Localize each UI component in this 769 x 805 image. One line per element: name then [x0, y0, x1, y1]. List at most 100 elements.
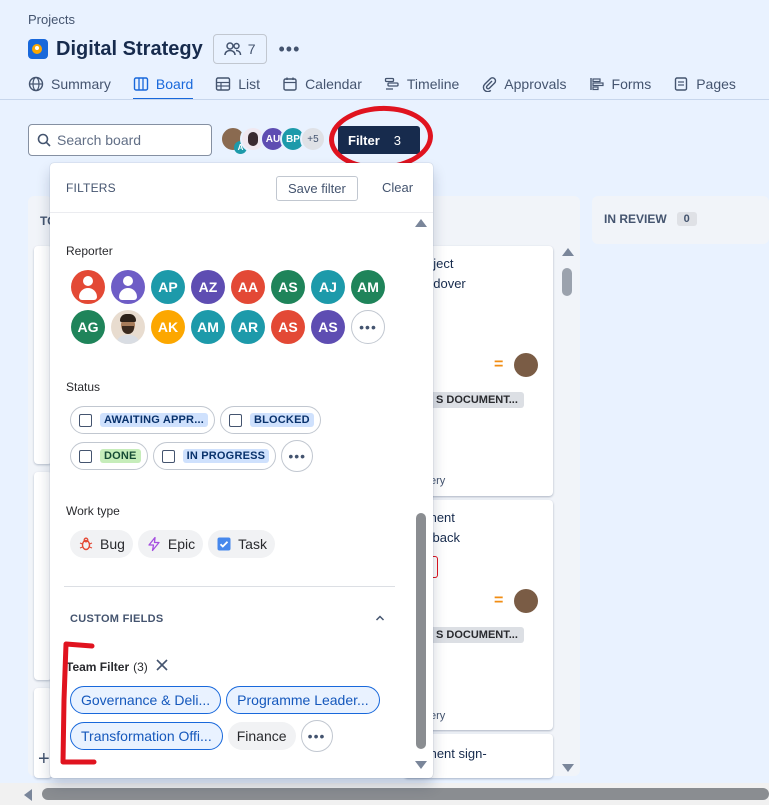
status-lozenge: BLOCKED: [249, 413, 314, 427]
worktype-bug[interactable]: Bug: [70, 530, 133, 558]
reporter-row: AG AK AM AR AS AS •••: [71, 310, 385, 344]
tab-calendar[interactable]: Calendar: [282, 68, 362, 100]
status-option[interactable]: AWAITING APPR...: [70, 406, 215, 434]
search-board[interactable]: [28, 124, 212, 156]
scroll-down-icon[interactable]: [562, 764, 574, 772]
people-button[interactable]: 7: [212, 34, 267, 64]
team-option-selected[interactable]: Programme Leader...: [226, 686, 380, 714]
reporter-avatar[interactable]: AK: [151, 310, 185, 344]
reporter-avatar[interactable]: AA: [231, 270, 265, 304]
worktype-label: Work type: [66, 504, 120, 518]
worktype-epic[interactable]: Epic: [137, 530, 204, 558]
scroll-thumb[interactable]: [416, 513, 426, 749]
column-title: IN REVIEW: [604, 212, 667, 226]
page-icon: [675, 77, 688, 91]
add-card-button[interactable]: +: [38, 748, 50, 771]
tab-board[interactable]: Board: [132, 68, 194, 100]
reporter-avatar[interactable]: AP: [151, 270, 185, 304]
priority-medium-icon: =: [494, 356, 504, 373]
tab-forms[interactable]: Forms: [589, 68, 652, 100]
team-option-selected[interactable]: Governance & Deli...: [70, 686, 222, 714]
reporter-avatar[interactable]: AM: [351, 270, 385, 304]
worktype-task[interactable]: Task: [208, 530, 275, 558]
status-option[interactable]: IN PROGRESS: [152, 442, 277, 470]
reporter-avatar[interactable]: AM: [191, 310, 225, 344]
team-filter-count: (3): [133, 660, 148, 674]
avatar-initials: AK: [157, 319, 179, 335]
reporter-avatar[interactable]: AG: [71, 310, 105, 344]
person-icon: [123, 276, 133, 286]
avatar-photo-shirt: [116, 335, 140, 344]
filter-button[interactable]: Filter 3: [338, 126, 420, 154]
globe-icon: [28, 76, 44, 92]
person-icon: [83, 276, 93, 286]
avatar-initials: AZ: [198, 279, 218, 295]
save-filter-button[interactable]: Save filter: [276, 176, 358, 201]
custom-fields-label[interactable]: CUSTOM FIELDS: [70, 613, 164, 625]
more-actions-button[interactable]: •••: [279, 39, 301, 60]
status-option[interactable]: BLOCKED: [219, 406, 321, 434]
chevron-up-icon[interactable]: [375, 613, 385, 623]
checkbox[interactable]: [79, 413, 92, 427]
checkbox[interactable]: [161, 449, 175, 463]
reporter-avatar[interactable]: AZ: [191, 270, 225, 304]
more-teams-button[interactable]: •••: [300, 720, 333, 752]
avatar-initials: AR: [237, 319, 259, 335]
checkbox[interactable]: [79, 449, 92, 463]
people-icon: [223, 42, 241, 56]
person-icon-body: [119, 288, 137, 300]
clear-button[interactable]: Clear: [382, 180, 413, 195]
assignee-avatar[interactable]: [514, 589, 538, 613]
header-divider: [0, 99, 769, 100]
tab-approvals[interactable]: Approvals: [481, 68, 567, 100]
worktype-row: Bug Epic Task: [70, 530, 275, 558]
scroll-thumb[interactable]: [562, 268, 572, 296]
avatar-photo: [248, 132, 258, 146]
tab-label: Approvals: [504, 76, 567, 92]
reporter-avatar[interactable]: AS: [271, 310, 305, 344]
scroll-up-icon[interactable]: [415, 219, 427, 227]
scroll-up-icon[interactable]: [562, 248, 574, 256]
tab-pages[interactable]: Pages: [673, 68, 736, 100]
reporter-avatar[interactable]: AR: [231, 310, 265, 344]
tab-label: Forms: [611, 76, 652, 92]
search-input[interactable]: [57, 132, 197, 148]
status-lozenge: IN PROGRESS: [182, 449, 270, 463]
team-option-selected[interactable]: Transformation Offi...: [70, 722, 223, 750]
horizontal-scrollbar[interactable]: [0, 783, 769, 805]
search-icon: [37, 133, 51, 147]
more-statuses-button[interactable]: •••: [281, 440, 314, 472]
filter-panel-header: FILTERS Save filter Clear: [50, 163, 433, 213]
tab-summary[interactable]: Summary: [28, 68, 111, 100]
status-option[interactable]: DONE: [70, 442, 148, 470]
scroll-down-icon[interactable]: [415, 761, 427, 769]
tab-list[interactable]: List: [215, 68, 260, 100]
avatar-photo-hair: [120, 314, 136, 322]
assignee-avatar[interactable]: [514, 353, 538, 377]
priority-medium-icon: =: [494, 592, 504, 609]
reporter-avatar[interactable]: AS: [311, 310, 345, 344]
column-scrollbar[interactable]: [560, 248, 574, 776]
tab-timeline[interactable]: Timeline: [384, 68, 459, 100]
scroll-left-icon[interactable]: [24, 789, 32, 801]
tab-label: Summary: [51, 76, 111, 92]
panel-scrollbar[interactable]: [413, 215, 429, 775]
reporter-avatar[interactable]: [111, 310, 145, 344]
reporter-avatar[interactable]: AS: [271, 270, 305, 304]
filter-label: Filter: [348, 132, 380, 148]
reporter-avatar[interactable]: [71, 270, 105, 304]
card-tag: S DOCUMENT...: [430, 392, 524, 408]
paperclip-icon: [483, 77, 497, 92]
more-reporters-button[interactable]: •••: [351, 310, 385, 344]
reporter-avatar[interactable]: [111, 270, 145, 304]
checkbox[interactable]: [228, 413, 242, 427]
scroll-thumb[interactable]: [42, 788, 769, 800]
team-filter-title: Team Filter: [66, 660, 130, 674]
team-option[interactable]: Finance: [227, 722, 296, 750]
card-title: ment sign-: [426, 746, 487, 761]
avatar-more[interactable]: +5: [300, 126, 326, 152]
breadcrumb[interactable]: Projects: [28, 12, 75, 27]
reporter-avatar[interactable]: AJ: [311, 270, 345, 304]
worktype-label: Bug: [100, 536, 125, 552]
close-icon[interactable]: [154, 657, 170, 673]
